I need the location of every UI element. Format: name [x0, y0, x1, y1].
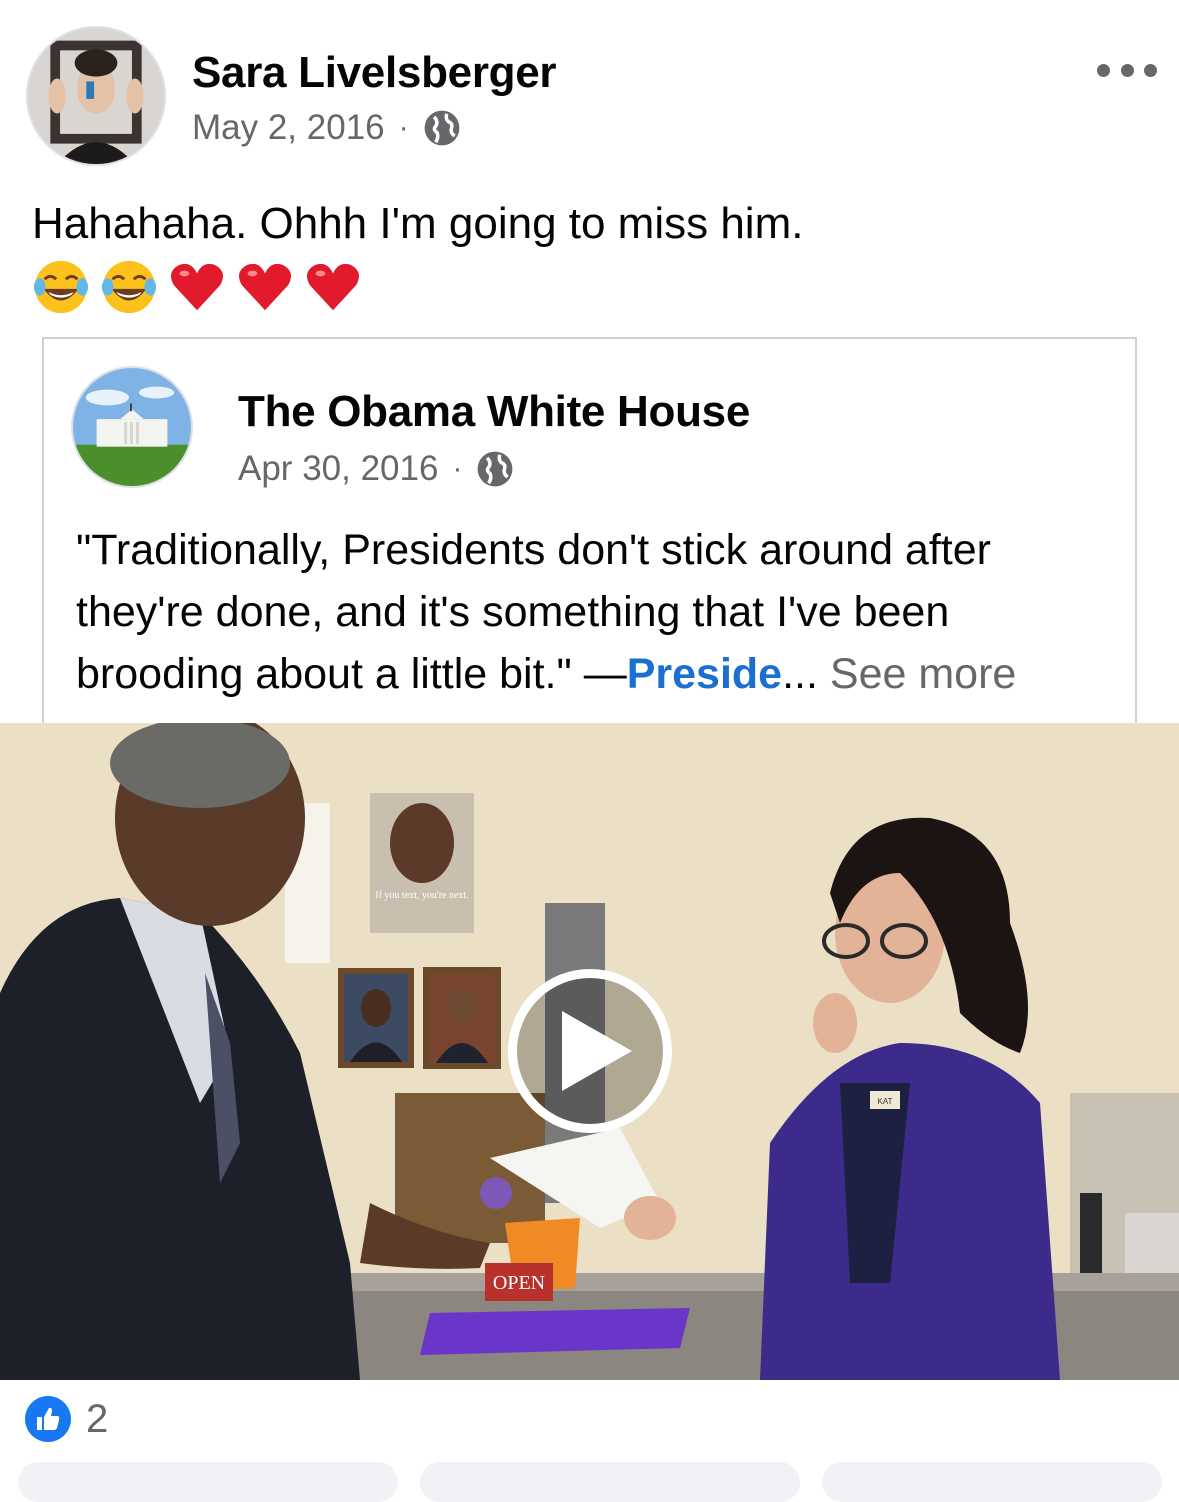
poster-text: If you text, you're next. — [375, 890, 468, 901]
comment-action-button[interactable] — [420, 1462, 800, 1502]
red-heart-emoji-icon — [170, 263, 224, 311]
shared-post-text: "Traditionally, Presidents don't stick a… — [76, 519, 1121, 705]
action-bar — [0, 1458, 1179, 1502]
shared-post-date[interactable]: Apr 30, 2016 — [238, 449, 438, 489]
share-action-button[interactable] — [822, 1462, 1162, 1502]
meta-separator: · — [452, 452, 463, 485]
author-avatar[interactable] — [26, 26, 166, 166]
truncation-ellipsis: ... — [782, 650, 818, 698]
open-sign-text: OPEN — [493, 1272, 545, 1294]
post-meta: May 2, 2016 · — [192, 108, 461, 148]
reactions-summary[interactable]: 2 — [24, 1395, 108, 1443]
globe-icon[interactable] — [476, 450, 514, 488]
tears-of-joy-emoji-icon — [33, 260, 89, 314]
name-badge-text: KAT — [878, 1097, 893, 1106]
shared-post-card[interactable]: The Obama White House Apr 30, 2016 · "Tr… — [42, 337, 1137, 737]
shared-post-meta: Apr 30, 2016 · — [238, 449, 514, 489]
page-name[interactable]: The Obama White House — [238, 387, 750, 437]
red-heart-emoji-icon — [306, 263, 360, 311]
more-options-icon[interactable] — [1097, 55, 1157, 85]
play-icon — [562, 1011, 632, 1091]
red-heart-emoji-icon — [238, 263, 292, 311]
play-button[interactable] — [508, 969, 672, 1133]
author-name[interactable]: Sara Livelsberger — [192, 48, 557, 98]
meta-separator: · — [398, 111, 409, 144]
post-text: Hahahaha. Ohhh I'm going to miss him. — [32, 199, 804, 248]
like-count: 2 — [86, 1396, 109, 1441]
post-header: Sara Livelsberger May 2, 2016 · — [0, 0, 1179, 175]
post-date[interactable]: May 2, 2016 — [192, 108, 385, 148]
globe-icon[interactable] — [423, 109, 461, 147]
emoji-row — [32, 258, 362, 316]
tears-of-joy-emoji-icon — [101, 260, 157, 314]
president-link[interactable]: Preside — [627, 650, 782, 698]
see-more-link[interactable]: See more — [830, 650, 1016, 698]
like-icon — [25, 1396, 71, 1442]
like-action-button[interactable] — [18, 1462, 398, 1502]
page-avatar[interactable] — [71, 366, 193, 488]
